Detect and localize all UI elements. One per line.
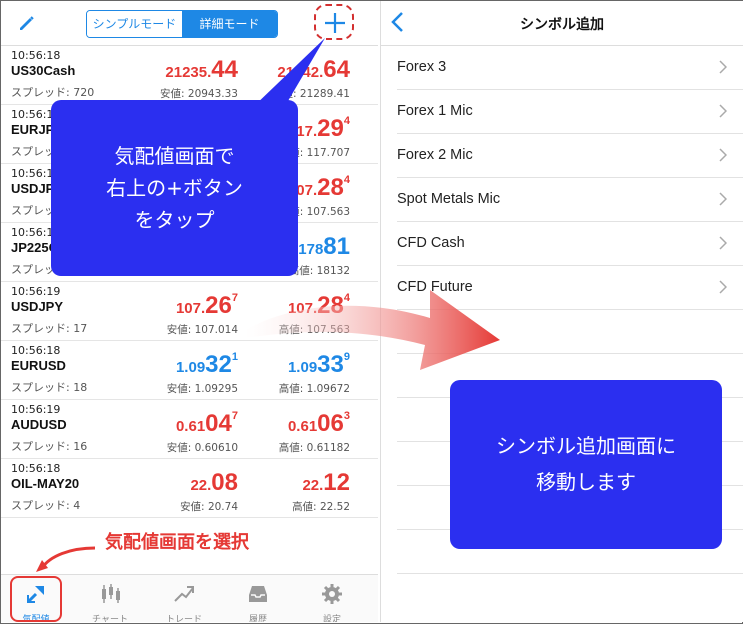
callout-move-screen: シンボル追加画面に 移動します — [450, 380, 722, 549]
high-price: 高値: 22.52 — [292, 501, 350, 513]
symbol-group-label: CFD Future — [397, 279, 473, 295]
quote-row[interactable]: 10:56:19 USDJPY スプレッド: 17 107.267 107.284 安値:… — [1, 282, 378, 341]
tab-chart[interactable]: チャート — [75, 575, 145, 622]
quote-time: 10:56:18 — [11, 462, 61, 475]
symbol-group-item[interactable]: Forex 3 — [397, 46, 743, 90]
bid-price: 21235.44 — [165, 56, 238, 83]
ask-price: 17881 — [298, 233, 350, 260]
chevron-right-icon — [719, 236, 727, 250]
tab-label: 設定 — [322, 615, 341, 622]
quote-row[interactable]: 10:56:18 EURUSD スプレッド: 18 1.09321 1.09339 安値:… — [1, 341, 378, 400]
symbol-group-label: Forex 2 Mic — [397, 147, 473, 163]
tab-label: トレード — [165, 615, 202, 622]
symbol-group-label: Spot Metals Mic — [397, 191, 501, 207]
trade-trend-icon — [174, 586, 194, 602]
symbol-name: OIL-MAY20 — [11, 476, 80, 491]
high-price: 高値: 21289.41 — [272, 88, 350, 100]
gear-icon — [322, 584, 342, 604]
simple-mode-tab[interactable]: シンプルモード — [87, 11, 182, 37]
detail-mode-tab[interactable]: 詳細モード — [182, 11, 277, 37]
low-price: 安値: 0.60610 — [166, 442, 238, 454]
low-price: 安値: 107.014 — [166, 324, 238, 336]
mode-segmented-control: シンプルモード 詳細モード — [86, 10, 278, 38]
pencil-icon[interactable] — [17, 13, 37, 33]
spread-text: スプレッド: 18 — [11, 381, 88, 394]
symbol-name: AUDUSD — [11, 417, 67, 432]
chevron-right-icon — [719, 60, 727, 74]
quote-time: 10:56:19 — [11, 285, 61, 298]
symbol-group-label: Forex 1 Mic — [397, 103, 473, 119]
select-quotes-note: 気配値画面を選択 — [105, 532, 249, 553]
symbol-name: US30Cash — [11, 63, 76, 78]
quotes-tab-highlight — [10, 576, 62, 622]
tab-label: チャート — [92, 615, 128, 622]
symbol-group-item[interactable]: Forex 2 Mic — [397, 134, 743, 178]
quotes-toolbar: シンプルモード 詳細モード — [1, 1, 378, 46]
symbol-group-item[interactable]: CFD Future — [397, 266, 743, 310]
callout-line: 気配値画面で — [114, 144, 235, 168]
low-price: 安値: 20.74 — [180, 501, 238, 513]
chevron-right-icon — [719, 192, 727, 206]
quote-row[interactable]: 10:56:19 AUDUSD スプレッド: 16 0.61047 0.61063 安値:… — [1, 400, 378, 459]
symbol-group-label: Forex 3 — [397, 59, 447, 75]
low-price: 安値: 1.09295 — [166, 383, 238, 395]
callout-line: 移動します — [536, 470, 636, 494]
add-symbol-button[interactable] — [314, 4, 354, 40]
plus-icon — [325, 13, 345, 33]
callout-tap-plus: 気配値画面で 右上の+ボタン をタップ — [51, 100, 298, 276]
chevron-right-icon — [719, 280, 727, 294]
inbox-icon — [249, 586, 267, 602]
tab-trade[interactable]: トレード — [149, 575, 219, 622]
ask-price: 0.61063 — [287, 410, 350, 437]
symbol-name: USDJPY — [11, 299, 64, 314]
spread-text: スプレッド: 4 — [11, 499, 81, 512]
symbol-group-item[interactable]: CFD Cash — [397, 222, 743, 266]
spread-text: スプレッド: 16 — [11, 440, 88, 453]
tab-label: 履歴 — [248, 615, 267, 622]
tab-settings[interactable]: 設定 — [297, 575, 367, 622]
spread-text: スプレッド: 17 — [11, 322, 88, 335]
spread-text: スプレッド: 720 — [11, 86, 95, 99]
quote-time: 10:56:18 — [11, 344, 61, 357]
symbol-group-item[interactable]: Forex 1 Mic — [397, 90, 743, 134]
chevron-right-icon — [719, 148, 727, 162]
bid-price: 1.09321 — [175, 351, 238, 378]
candlestick-icon — [102, 584, 120, 603]
symbol-name: EURUSD — [11, 358, 66, 373]
bid-price: 0.61047 — [175, 410, 238, 437]
symbol-group-item[interactable]: Spot Metals Mic — [397, 178, 743, 222]
ask-price: 1.09339 — [287, 351, 350, 378]
chevron-right-icon — [719, 104, 727, 118]
quote-time: 10:56:19 — [11, 403, 61, 416]
bid-price: 22.08 — [190, 469, 238, 496]
quote-row[interactable]: 10:56:18 OIL-MAY20 スプレッド: 4 22.08 22.12 安値: 2… — [1, 459, 378, 518]
page-title: シンボル追加 — [520, 17, 604, 33]
ask-price: 22.12 — [302, 469, 350, 496]
symbol-group-label: CFD Cash — [397, 235, 465, 251]
callout-line: をタップ — [134, 208, 215, 232]
high-price: 高値: 1.09672 — [278, 383, 350, 395]
ask-price: 21242.64 — [277, 56, 350, 83]
ask-price: 107.284 — [287, 292, 350, 319]
add-symbol-header: シンボル追加 — [381, 1, 743, 46]
bid-price: 107.267 — [175, 292, 238, 319]
callout-line: シンボル追加画面に — [496, 434, 676, 458]
quote-time: 10:56:18 — [11, 49, 61, 62]
high-price: 高値: 107.563 — [278, 324, 350, 336]
tab-history[interactable]: 履歴 — [223, 575, 293, 622]
low-price: 安値: 20943.33 — [160, 88, 238, 100]
empty-list-row — [397, 310, 743, 354]
quote-row[interactable]: 10:56:18 US30Cash スプレッド: 720 21235.44 21242.… — [1, 46, 378, 105]
high-price: 高値: 0.61182 — [278, 442, 350, 454]
callout-line: 右上の+ボタン — [106, 176, 243, 200]
